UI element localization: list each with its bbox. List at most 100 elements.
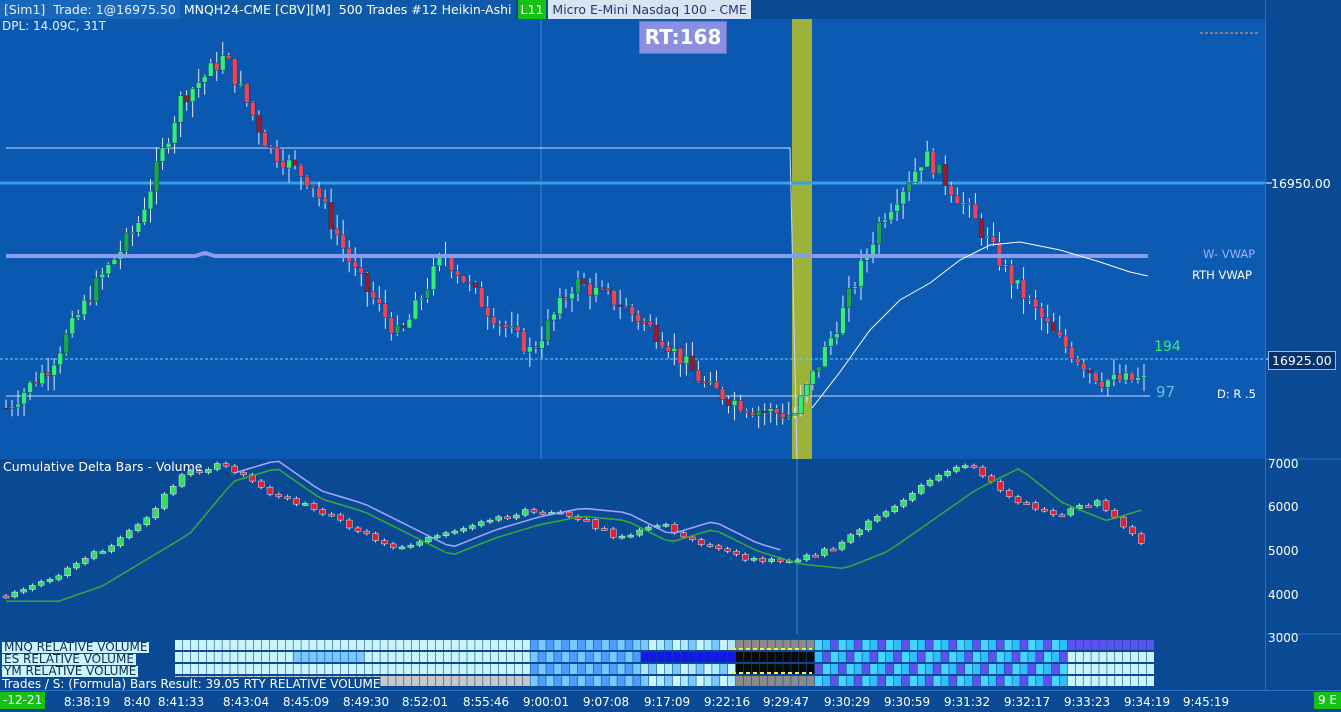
time-axis[interactable]: 8:38:19 8:40 8:41:33 8:43:04 8:45:09 8:4… xyxy=(0,690,1341,712)
heatmap-cell xyxy=(814,640,823,650)
heatmap-cell xyxy=(1123,640,1131,650)
candle-body xyxy=(593,287,599,296)
heatmap-cell xyxy=(641,640,649,650)
heatmap-cell xyxy=(799,676,807,686)
heatmap-cell xyxy=(965,676,973,686)
heatmap-cell xyxy=(767,652,775,662)
delta-bar xyxy=(38,581,45,586)
candle-body xyxy=(292,159,298,166)
heatmap-cell xyxy=(214,640,222,650)
trade-label: Trade: 1@16975.50 xyxy=(49,0,180,19)
candle-body xyxy=(972,203,979,219)
heatmap-cell xyxy=(491,640,499,650)
delta-bar xyxy=(1023,502,1030,505)
candle-body xyxy=(183,95,190,103)
delta-bar xyxy=(645,526,652,531)
heatmap-cell xyxy=(941,652,949,662)
candle-body xyxy=(725,399,732,406)
heatmap-cell xyxy=(483,664,491,674)
heatmap-cell xyxy=(538,640,546,650)
heatmap-cell xyxy=(1036,640,1044,650)
heatmap-cell xyxy=(1146,640,1154,650)
candle-body xyxy=(448,256,455,272)
delta-bar xyxy=(258,480,265,488)
heatmap-cell xyxy=(901,652,910,662)
heatmap-cell xyxy=(230,652,238,662)
bar-type-label[interactable]: 500 Trades #12 Heikin-Ashi xyxy=(334,0,516,19)
heatmap-cell xyxy=(814,664,823,674)
heatmap-cell xyxy=(735,652,744,662)
price-axis[interactable] xyxy=(1265,0,1341,690)
heatmap-cell xyxy=(886,676,894,686)
candle-body xyxy=(810,370,816,385)
candle-body xyxy=(545,319,551,342)
heatmap-cell xyxy=(649,676,657,686)
candle-body xyxy=(1002,264,1009,267)
heatmap-cell xyxy=(1012,652,1020,662)
delta-bar xyxy=(830,548,837,552)
delta-bar xyxy=(671,524,678,533)
heatmap-cell xyxy=(230,664,238,674)
heatmap-cell xyxy=(712,640,720,650)
heatmap-cell xyxy=(751,676,759,686)
cumulative-delta-chart[interactable] xyxy=(0,459,1265,634)
delta-bar xyxy=(302,503,309,506)
candle-body xyxy=(882,219,888,223)
delta-bar xyxy=(125,530,133,538)
delta-bar xyxy=(117,537,124,546)
heatmap-cell xyxy=(506,676,515,686)
heatmap-cell xyxy=(467,676,475,686)
candle-body xyxy=(521,330,527,353)
candle-body xyxy=(990,236,997,243)
delta-bar xyxy=(1137,533,1145,544)
candle-body xyxy=(924,150,930,168)
heatmap-cell xyxy=(901,640,910,650)
candle-body xyxy=(412,299,419,320)
heatmap-cell xyxy=(483,640,491,650)
heatmap-cell xyxy=(1036,664,1044,674)
candle-body xyxy=(388,317,394,334)
delta-bar xyxy=(398,546,406,550)
heatmap-cell xyxy=(1138,676,1147,686)
heatmap-cell xyxy=(427,652,436,662)
heatmap-cell xyxy=(767,676,775,686)
heatmap-cell xyxy=(625,652,633,662)
heatmap-cell xyxy=(585,676,594,686)
symbol-label[interactable]: MNQH24-CME [CBV][M] xyxy=(179,0,335,19)
candle-body xyxy=(695,370,702,382)
candle-body xyxy=(936,163,942,174)
delta-bar xyxy=(513,514,520,519)
heatmap-cell xyxy=(965,640,973,650)
heatmap-cell xyxy=(554,676,562,686)
candle-body xyxy=(27,382,33,393)
price-chart[interactable] xyxy=(0,0,1265,459)
heatmap-cell xyxy=(1138,664,1147,674)
heatmap-cell xyxy=(791,676,799,686)
heatmap-cell xyxy=(633,676,641,686)
heatmap-cell xyxy=(814,676,823,686)
heatmap-cell xyxy=(593,664,601,674)
heatmap-cell xyxy=(427,640,436,650)
heatmap-cell xyxy=(822,640,831,650)
level-badge[interactable]: L11 xyxy=(517,0,547,19)
heatmap-cell xyxy=(475,664,483,674)
heatmap-cell xyxy=(909,652,917,662)
heatmap-cell xyxy=(1059,640,1068,650)
candle-body xyxy=(533,346,539,349)
heatmap-cell xyxy=(388,652,396,662)
time-label: 9:07:08 xyxy=(582,695,630,709)
heatmap-cell xyxy=(933,640,941,650)
delta-bar xyxy=(178,474,186,487)
heatmap-cell xyxy=(585,640,594,650)
heatmap-cell xyxy=(704,652,712,662)
heatmap-cell xyxy=(562,664,570,674)
candle-body xyxy=(220,55,226,71)
candle-body xyxy=(33,382,39,385)
heatmap-cell xyxy=(807,652,815,662)
candle-body xyxy=(888,211,894,221)
heatmap-cell xyxy=(198,652,206,662)
heatmap-cell xyxy=(830,652,838,662)
candle-body xyxy=(816,366,822,372)
delta-bar xyxy=(962,465,969,468)
candle-body xyxy=(364,273,370,292)
